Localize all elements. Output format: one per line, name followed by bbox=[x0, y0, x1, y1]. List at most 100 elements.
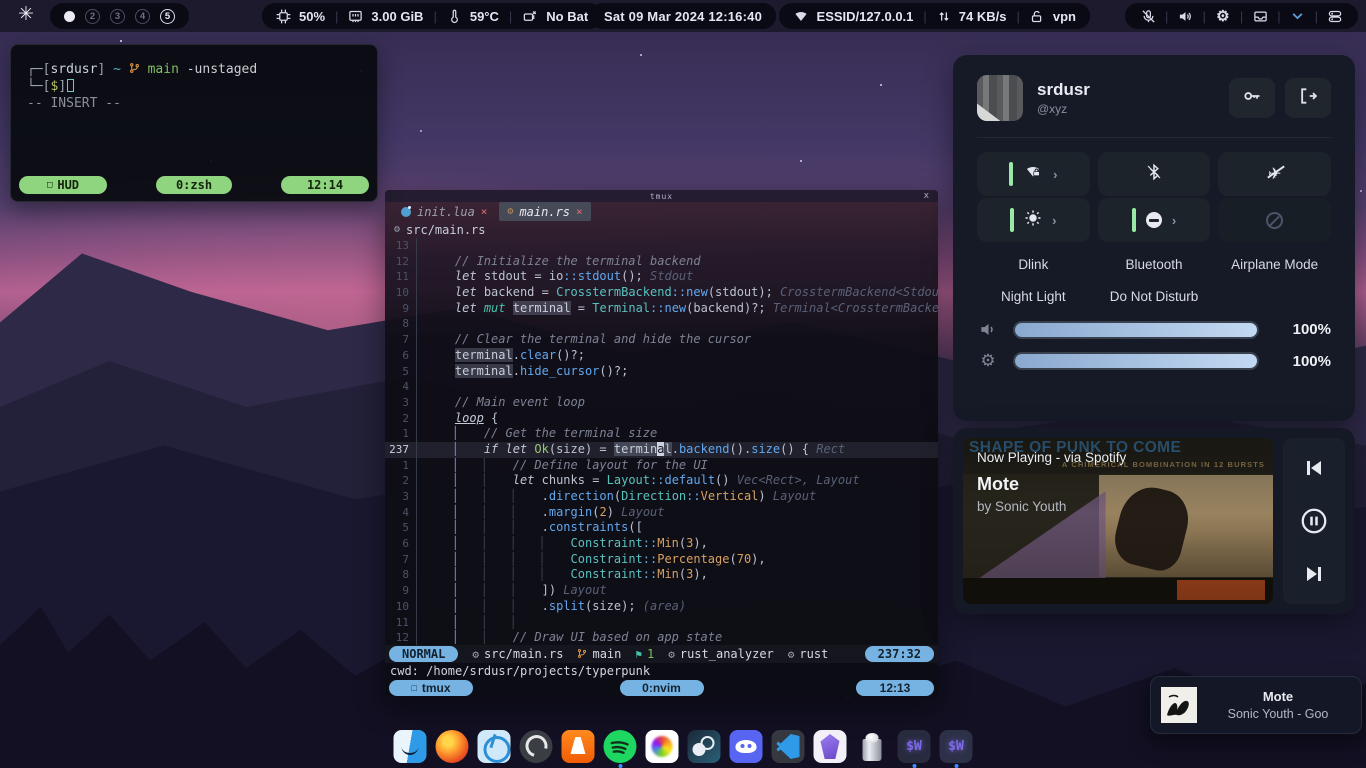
hud-terminal-window[interactable]: ┌─[srdusr] ~ main -unstaged └─[$] -- INS… bbox=[10, 44, 378, 202]
toggle-label: Bluetooth bbox=[1098, 244, 1211, 274]
code-line[interactable]: 8 ▏ ▏ ▏ ▏ Constraint::Min(3), bbox=[385, 567, 938, 583]
code-line[interactable]: 5 ▏ ▏ ▏ .constraints([ bbox=[385, 520, 938, 536]
toggle-airplane-mode[interactable]: ✈ bbox=[1218, 152, 1331, 196]
brightness-slider[interactable] bbox=[1013, 352, 1259, 370]
spotify-dock-icon[interactable] bbox=[604, 730, 637, 763]
hud-session-pill[interactable]: □HUD bbox=[19, 176, 107, 194]
tab-init-lua[interactable]: init.lua × bbox=[393, 202, 495, 221]
minus-circle-icon bbox=[1146, 212, 1162, 228]
code-line[interactable]: 10 ▏ ▏ ▏ .split(size); (area) bbox=[385, 599, 938, 615]
tmux-editor-window[interactable]: tmux x init.lua × ⚙ main.rs × ⚙ src/main… bbox=[385, 190, 938, 697]
git-branch-icon bbox=[129, 62, 148, 77]
toggle-disabled[interactable] bbox=[1218, 198, 1331, 242]
code-line[interactable]: 2 ▏ ▏ let chunks = Layout::default() Vec… bbox=[385, 473, 938, 489]
pause-button[interactable] bbox=[1299, 506, 1329, 536]
code-line[interactable]: 6 ▏ ▏ ▏ ▏ Constraint::Min(3), bbox=[385, 536, 938, 552]
code-line[interactable]: 4 ▏ ▏ ▏ .margin(2) Layout bbox=[385, 505, 938, 521]
code-line[interactable]: 7 ▏ ▏ ▏ ▏ Constraint::Percentage(70), bbox=[385, 552, 938, 568]
code-line[interactable]: 10 let backend = CrosstermBackend::new(s… bbox=[385, 285, 938, 301]
tmux-window-pill[interactable]: 0:nvim bbox=[620, 680, 704, 696]
tab-close-icon[interactable]: × bbox=[576, 205, 583, 218]
chevron-right-icon[interactable]: › bbox=[1053, 167, 1057, 182]
chevron-right-icon[interactable]: › bbox=[1052, 213, 1056, 228]
workspace-5-active[interactable]: 5 bbox=[160, 9, 175, 24]
code-line[interactable]: 1 ▏ ▏ // Define layout for the UI bbox=[385, 458, 938, 474]
chevron-right-icon[interactable]: › bbox=[1172, 213, 1176, 228]
steam-dock-icon[interactable] bbox=[688, 730, 721, 763]
brightness-value: 100% bbox=[1293, 353, 1331, 370]
wine-dock-icon[interactable]: $W bbox=[940, 730, 973, 763]
code-line[interactable]: 11 ▏ ▏ ▏ bbox=[385, 615, 938, 631]
qbittorrent-dock-icon[interactable] bbox=[478, 730, 511, 763]
square-icon: □ bbox=[47, 177, 52, 194]
vlc-dock-icon[interactable] bbox=[562, 730, 595, 763]
brightness-icon: ⚙ bbox=[977, 351, 999, 371]
code-line[interactable]: 8 bbox=[385, 316, 938, 332]
next-track-button[interactable] bbox=[1302, 562, 1326, 586]
workspace-4[interactable]: 4 bbox=[135, 9, 150, 24]
network-status[interactable]: ESSID/127.0.0.1 | 74 KB/s | vpn bbox=[779, 3, 1090, 29]
running-indicator bbox=[954, 764, 958, 768]
code-line[interactable]: 5 terminal.hide_cursor()?; bbox=[385, 364, 938, 380]
tab-main-rs[interactable]: ⚙ main.rs × bbox=[499, 202, 590, 221]
workspace-3[interactable]: 3 bbox=[110, 9, 125, 24]
breadcrumb: ⚙ src/main.rs bbox=[385, 221, 938, 238]
toggle-bluetooth[interactable] bbox=[1098, 152, 1211, 196]
statusline-diagnostics: ⚑1 bbox=[635, 647, 654, 661]
vscode-dock-icon[interactable] bbox=[772, 730, 805, 763]
toggle-dlink[interactable]: › bbox=[977, 152, 1090, 196]
trash-dock-icon[interactable] bbox=[856, 730, 889, 763]
memory-icon bbox=[348, 9, 363, 24]
tmux-session-pill[interactable]: □ tmux bbox=[389, 680, 473, 696]
code-line[interactable]: 3 // Main event loop bbox=[385, 395, 938, 411]
volume-icon[interactable] bbox=[1176, 9, 1194, 24]
code-line[interactable]: 6 terminal.clear()?; bbox=[385, 348, 938, 364]
workspace-2[interactable]: 2 bbox=[85, 9, 100, 24]
code-line[interactable]: 1 ▏ // Get the terminal size bbox=[385, 426, 938, 442]
code-line[interactable]: 7 // Clear the terminal and hide the cur… bbox=[385, 332, 938, 348]
volume-slider[interactable] bbox=[1013, 321, 1259, 339]
launcher-icon[interactable]: ✳ bbox=[18, 3, 34, 26]
media-notification[interactable]: Mote Sonic Youth - Goo bbox=[1150, 676, 1362, 734]
clock[interactable]: Sat 09 Mar 2024 12:16:40 bbox=[590, 3, 776, 29]
inbox-icon[interactable] bbox=[1251, 9, 1269, 24]
photos-dock-icon[interactable] bbox=[646, 730, 679, 763]
code-line[interactable]: 4 bbox=[385, 379, 938, 395]
volume-slider-row: 100% bbox=[977, 320, 1331, 339]
git-branch-icon bbox=[577, 648, 587, 661]
workspace-occupied-dot[interactable] bbox=[64, 11, 75, 22]
code-line[interactable]: 2 loop { bbox=[385, 411, 938, 427]
code-line[interactable]: 9 let mut terminal = Terminal::new(backe… bbox=[385, 301, 938, 317]
obsidian-dock-icon[interactable] bbox=[814, 730, 847, 763]
window-close-button[interactable]: x bbox=[924, 190, 930, 202]
wine-dock-icon[interactable]: $W bbox=[898, 730, 931, 763]
code-line[interactable]: 13 bbox=[385, 238, 938, 254]
code-line[interactable]: 12 // Initialize the terminal backend bbox=[385, 254, 938, 270]
album-art-card[interactable]: SHAPE OF PUNK TO COME A CHIMERICAL BOMBI… bbox=[963, 438, 1273, 604]
deck-icon[interactable] bbox=[1326, 9, 1344, 24]
toggle-night-light[interactable]: › bbox=[977, 198, 1090, 242]
discord-dock-icon[interactable] bbox=[730, 730, 763, 763]
window-titlebar[interactable]: tmux x bbox=[385, 190, 938, 202]
code-line[interactable]: 237 ▏ if let Ok(size) = terminal.backend… bbox=[385, 442, 938, 458]
firefox-dock-icon[interactable] bbox=[436, 730, 469, 763]
hud-window-pill[interactable]: 0:zsh bbox=[156, 176, 232, 194]
lock-keys-button[interactable] bbox=[1229, 78, 1275, 118]
code-lines[interactable]: 1312 // Initialize the terminal backend1… bbox=[385, 238, 938, 645]
airplane-off-icon: ✈ bbox=[1268, 164, 1281, 184]
finder-dock-icon[interactable] bbox=[394, 730, 427, 763]
code-line[interactable]: 11 let stdout = io::stdout(); Stdout bbox=[385, 269, 938, 285]
code-line[interactable]: 12 ▏ ▏ // Draw UI based on app state bbox=[385, 630, 938, 645]
previous-track-button[interactable] bbox=[1302, 456, 1326, 480]
chevron-down-icon[interactable] bbox=[1289, 10, 1307, 23]
toggle-do-not-disturb[interactable]: › bbox=[1098, 198, 1211, 242]
track-title: Mote bbox=[977, 474, 1259, 495]
workspace-switcher[interactable]: 2 3 4 5 bbox=[50, 3, 189, 29]
obs-dock-icon[interactable] bbox=[520, 730, 553, 763]
tab-close-icon[interactable]: × bbox=[481, 205, 488, 218]
mic-muted-icon[interactable] bbox=[1139, 9, 1157, 24]
logout-button[interactable] bbox=[1285, 78, 1331, 118]
code-line[interactable]: 9 ▏ ▏ ▏ ]) Layout bbox=[385, 583, 938, 599]
settings-gear-icon[interactable]: ⚙ bbox=[1214, 7, 1232, 25]
code-line[interactable]: 3 ▏ ▏ ▏ .direction(Direction::Vertical) … bbox=[385, 489, 938, 505]
